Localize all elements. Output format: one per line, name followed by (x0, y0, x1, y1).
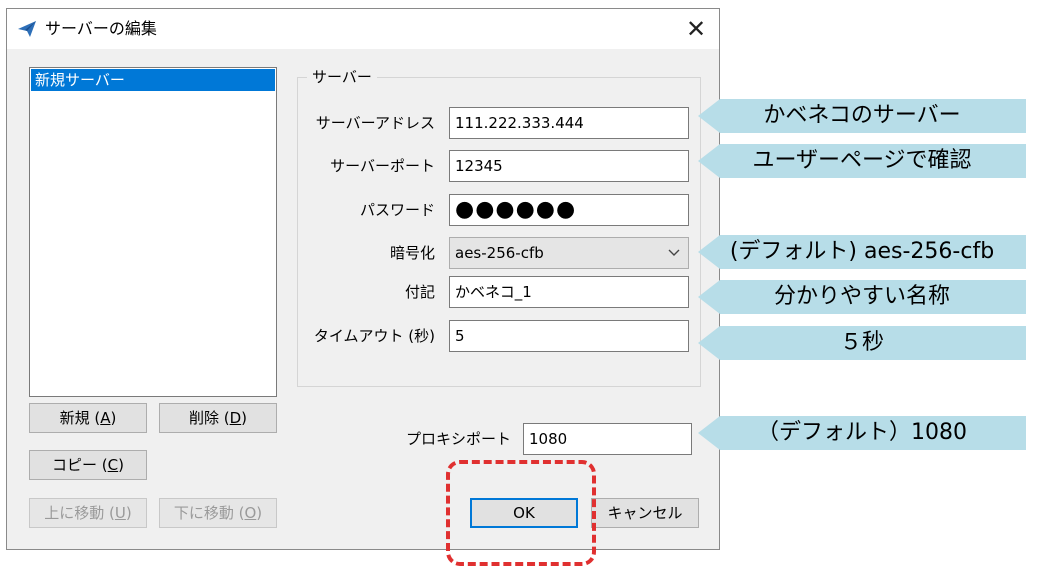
ok-highlight-frame (446, 460, 596, 566)
encryption-select[interactable]: aes-256-cfb (449, 237, 689, 269)
proxy-port-input[interactable]: 1080 (523, 423, 692, 455)
close-button[interactable]: ✕ (681, 15, 711, 43)
move-up-button-label: 上に移動 ( (44, 504, 115, 522)
server-address-label: サーバーアドレス (315, 114, 435, 132)
server-list[interactable]: 新規サーバー (29, 67, 277, 397)
close-icon: ✕ (685, 15, 707, 43)
remarks-input[interactable]: かベネコ_1 (449, 276, 689, 308)
timeout-label: タイムアウト (秒) (313, 327, 435, 345)
delete-button-key: D (229, 409, 242, 427)
new-button-key: A (100, 409, 111, 427)
copy-button[interactable]: コピー (C) (29, 450, 147, 480)
password-label: パスワード (359, 201, 435, 219)
edit-server-dialog: サーバーの編集 ✕ 新規サーバー 新規 (A) 削除 (D) コピー (C) 上… (6, 8, 720, 550)
delete-button-label: 削除 ( (188, 409, 230, 427)
server-group-legend: サーバー (307, 67, 377, 87)
cancel-button[interactable]: キャンセル (591, 498, 699, 528)
encryption-selected-value: aes-256-cfb (455, 244, 544, 262)
callout-server-address: かベネコのサーバー (698, 99, 1026, 133)
password-input[interactable]: ●●●●●● (449, 194, 689, 226)
chevron-down-icon (668, 249, 680, 256)
callout-encryption: (デフォルト) aes-256-cfb (698, 235, 1026, 269)
move-up-button-suffix: ) (125, 504, 132, 522)
callout-proxy-port: （デフォルト）1080 (698, 416, 1026, 450)
paper-plane-icon (18, 21, 36, 37)
move-down-button-label: 下に移動 ( (173, 504, 245, 522)
delete-button[interactable]: 削除 (D) (159, 403, 277, 433)
proxy-port-label: プロキシポート (405, 430, 511, 448)
copy-button-key: C (107, 456, 119, 474)
server-address-input[interactable]: 111.222.333.444 (449, 107, 689, 139)
remarks-label: 付記 (404, 283, 435, 301)
move-up-button[interactable]: 上に移動 (U) (29, 498, 147, 528)
dialog-title: サーバーの編集 (45, 19, 157, 38)
title-bar: サーバーの編集 ✕ (7, 9, 719, 49)
copy-button-suffix: ) (118, 456, 124, 474)
server-port-label: サーバーポート (330, 157, 435, 175)
encryption-label: 暗号化 (389, 244, 435, 262)
move-down-button[interactable]: 下に移動 (O) (159, 498, 277, 528)
new-button[interactable]: 新規 (A) (29, 403, 147, 433)
move-down-button-suffix: ) (256, 504, 263, 522)
move-up-button-key: U (114, 504, 126, 522)
new-button-label: 新規 ( (59, 409, 101, 427)
callout-remarks: 分かりやすい名称 (698, 280, 1026, 314)
server-port-input[interactable]: 12345 (449, 150, 689, 182)
callout-server-port: ユーザーページで確認 (698, 144, 1026, 178)
delete-button-suffix: ) (241, 409, 248, 427)
new-button-suffix: ) (110, 409, 117, 427)
move-down-button-key: O (244, 504, 257, 522)
timeout-input[interactable]: 5 (449, 320, 689, 352)
copy-button-label: コピー ( (52, 456, 108, 474)
callout-timeout: ５秒 (698, 326, 1026, 360)
list-item[interactable]: 新規サーバー (31, 69, 275, 91)
